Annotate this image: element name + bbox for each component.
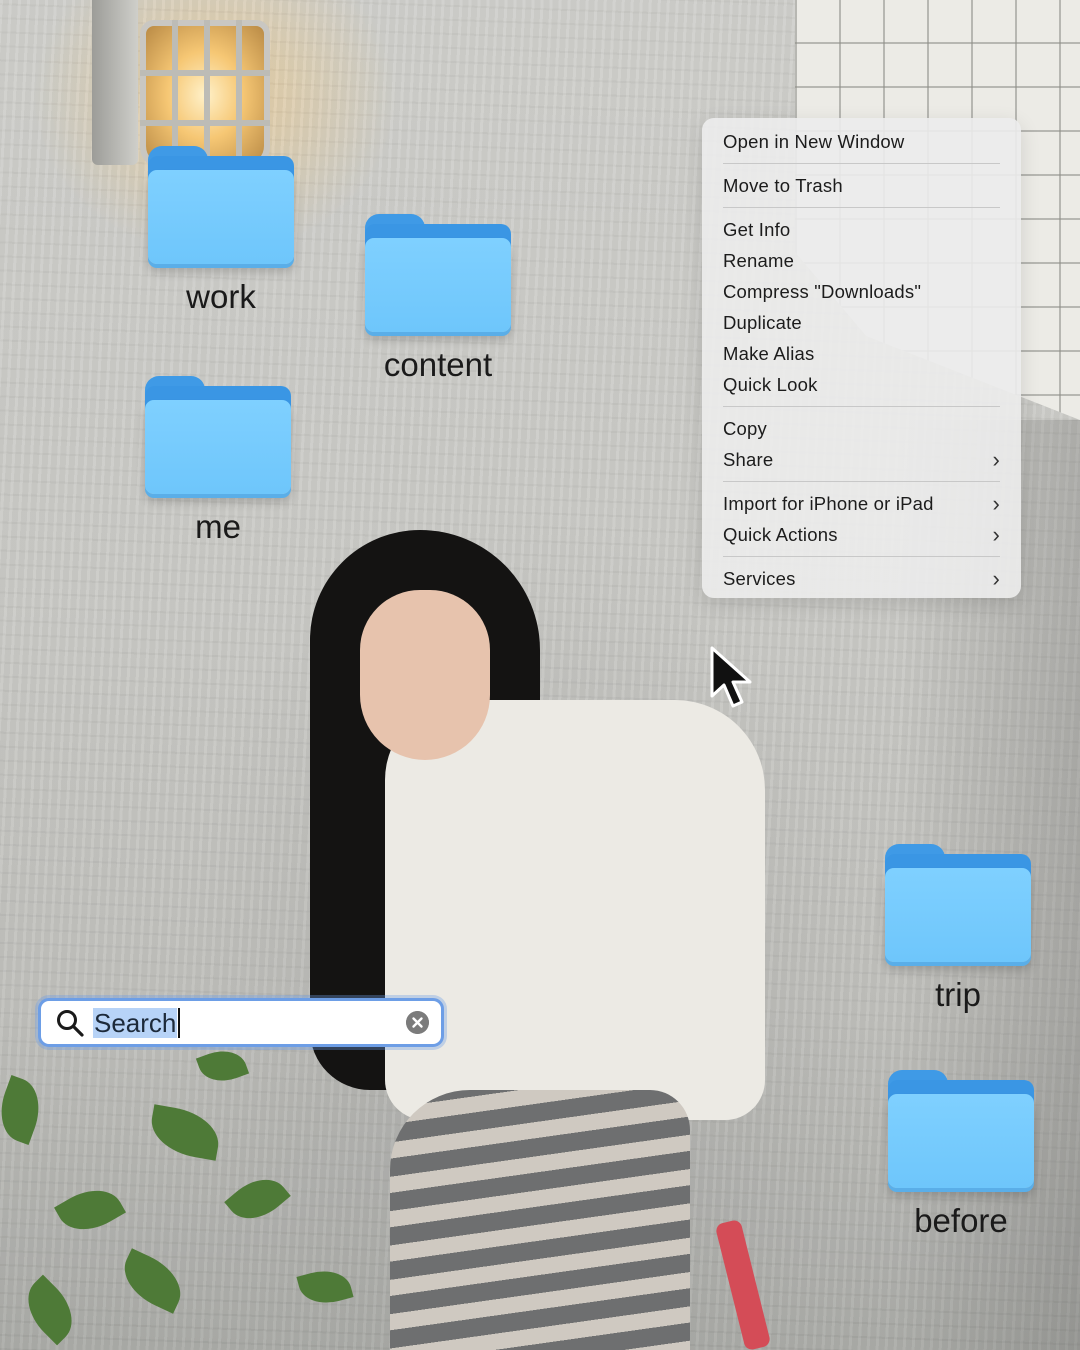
menu-item-label: Make Alias <box>723 342 815 364</box>
folder-icon <box>145 376 291 494</box>
folder-label: work <box>186 278 256 315</box>
menu-item-quick-look[interactable]: Quick Look <box>723 369 1000 400</box>
menu-item-move-to-trash[interactable]: Move to Trash <box>723 170 1000 201</box>
folder-label: content <box>383 346 493 383</box>
menu-item-label: Move to Trash <box>723 174 843 196</box>
search-input[interactable]: Search <box>93 1007 178 1038</box>
folder-work[interactable]: work <box>146 146 296 313</box>
menu-item-rename[interactable]: Rename <box>723 245 1000 276</box>
folder-front <box>148 170 294 264</box>
leaf <box>14 1274 86 1346</box>
leaf <box>224 1166 291 1232</box>
menu-separator <box>723 406 1000 407</box>
menu-item-label: Quick Look <box>723 373 818 395</box>
menu-item-label: Duplicate <box>723 311 802 333</box>
folder-content[interactable]: content <box>363 214 513 381</box>
menu-item-label: Copy <box>723 417 767 439</box>
person-hoodie <box>385 700 765 1120</box>
lamp-bracket <box>92 0 138 165</box>
menu-item-label: Compress "Downloads" <box>723 280 922 302</box>
folder-label: before <box>914 1202 1008 1239</box>
menu-item-label: Quick Actions <box>723 523 838 545</box>
folder-label: me <box>195 508 241 545</box>
menu-item-get-info[interactable]: Get Info <box>723 214 1000 245</box>
menu-item-duplicate[interactable]: Duplicate <box>723 307 1000 338</box>
chevron-right-icon: › <box>992 490 1000 516</box>
person-face <box>360 590 490 760</box>
folder-icon <box>365 214 511 332</box>
folder-trip[interactable]: trip <box>883 844 1033 1011</box>
lamp-cage-bar <box>140 70 270 76</box>
leaf <box>54 1177 126 1243</box>
menu-item-label: Share <box>723 448 774 470</box>
leaf <box>296 1264 354 1310</box>
folder-before[interactable]: before <box>886 1070 1036 1237</box>
menu-item-label: Import for iPhone or iPad <box>723 492 934 514</box>
text-caret <box>178 1007 181 1038</box>
folder-front <box>885 868 1031 962</box>
chevron-right-icon: › <box>992 446 1000 472</box>
search-field[interactable]: Search <box>38 998 444 1047</box>
menu-item-share[interactable]: Share › <box>723 444 1000 475</box>
menu-item-label: Get Info <box>723 218 791 240</box>
folder-front <box>365 238 511 332</box>
menu-separator <box>723 481 1000 482</box>
context-menu: Open in New Window Move to Trash Get Inf… <box>702 118 1021 598</box>
lamp-cage-bar <box>140 120 270 126</box>
menu-item-compress[interactable]: Compress "Downloads" <box>723 276 1000 307</box>
pink-cane <box>714 1218 772 1350</box>
leaf <box>146 1104 224 1161</box>
leaf <box>114 1248 191 1314</box>
folder-icon <box>148 146 294 264</box>
menu-item-label: Open in New Window <box>723 130 905 152</box>
folder-front <box>145 400 291 494</box>
menu-item-import-for-iphone-or-ipad[interactable]: Import for iPhone or iPad › <box>723 488 1000 519</box>
menu-separator <box>723 207 1000 208</box>
chevron-right-icon: › <box>992 565 1000 591</box>
mouse-pointer-icon <box>710 646 752 708</box>
menu-item-make-alias[interactable]: Make Alias <box>723 338 1000 369</box>
menu-item-label: Rename <box>723 249 795 271</box>
menu-item-open-in-new-window[interactable]: Open in New Window <box>723 126 1000 157</box>
menu-separator <box>723 163 1000 164</box>
menu-item-copy[interactable]: Copy <box>723 413 1000 444</box>
folder-icon <box>885 844 1031 962</box>
folder-label: trip <box>935 976 981 1013</box>
clear-icon[interactable] <box>406 1011 429 1034</box>
person-skirt <box>390 1090 690 1350</box>
folder-icon <box>888 1070 1034 1188</box>
folder-front <box>888 1094 1034 1188</box>
leaf <box>0 1074 50 1146</box>
menu-item-services[interactable]: Services › <box>723 563 1000 594</box>
menu-separator <box>723 556 1000 557</box>
menu-item-quick-actions[interactable]: Quick Actions › <box>723 519 1000 550</box>
leaf <box>195 1043 250 1089</box>
chevron-right-icon: › <box>992 521 1000 547</box>
menu-item-label: Services <box>723 567 796 589</box>
search-icon <box>57 1009 84 1037</box>
folder-me[interactable]: me <box>143 376 293 543</box>
plant-leaves <box>0 1040 420 1350</box>
